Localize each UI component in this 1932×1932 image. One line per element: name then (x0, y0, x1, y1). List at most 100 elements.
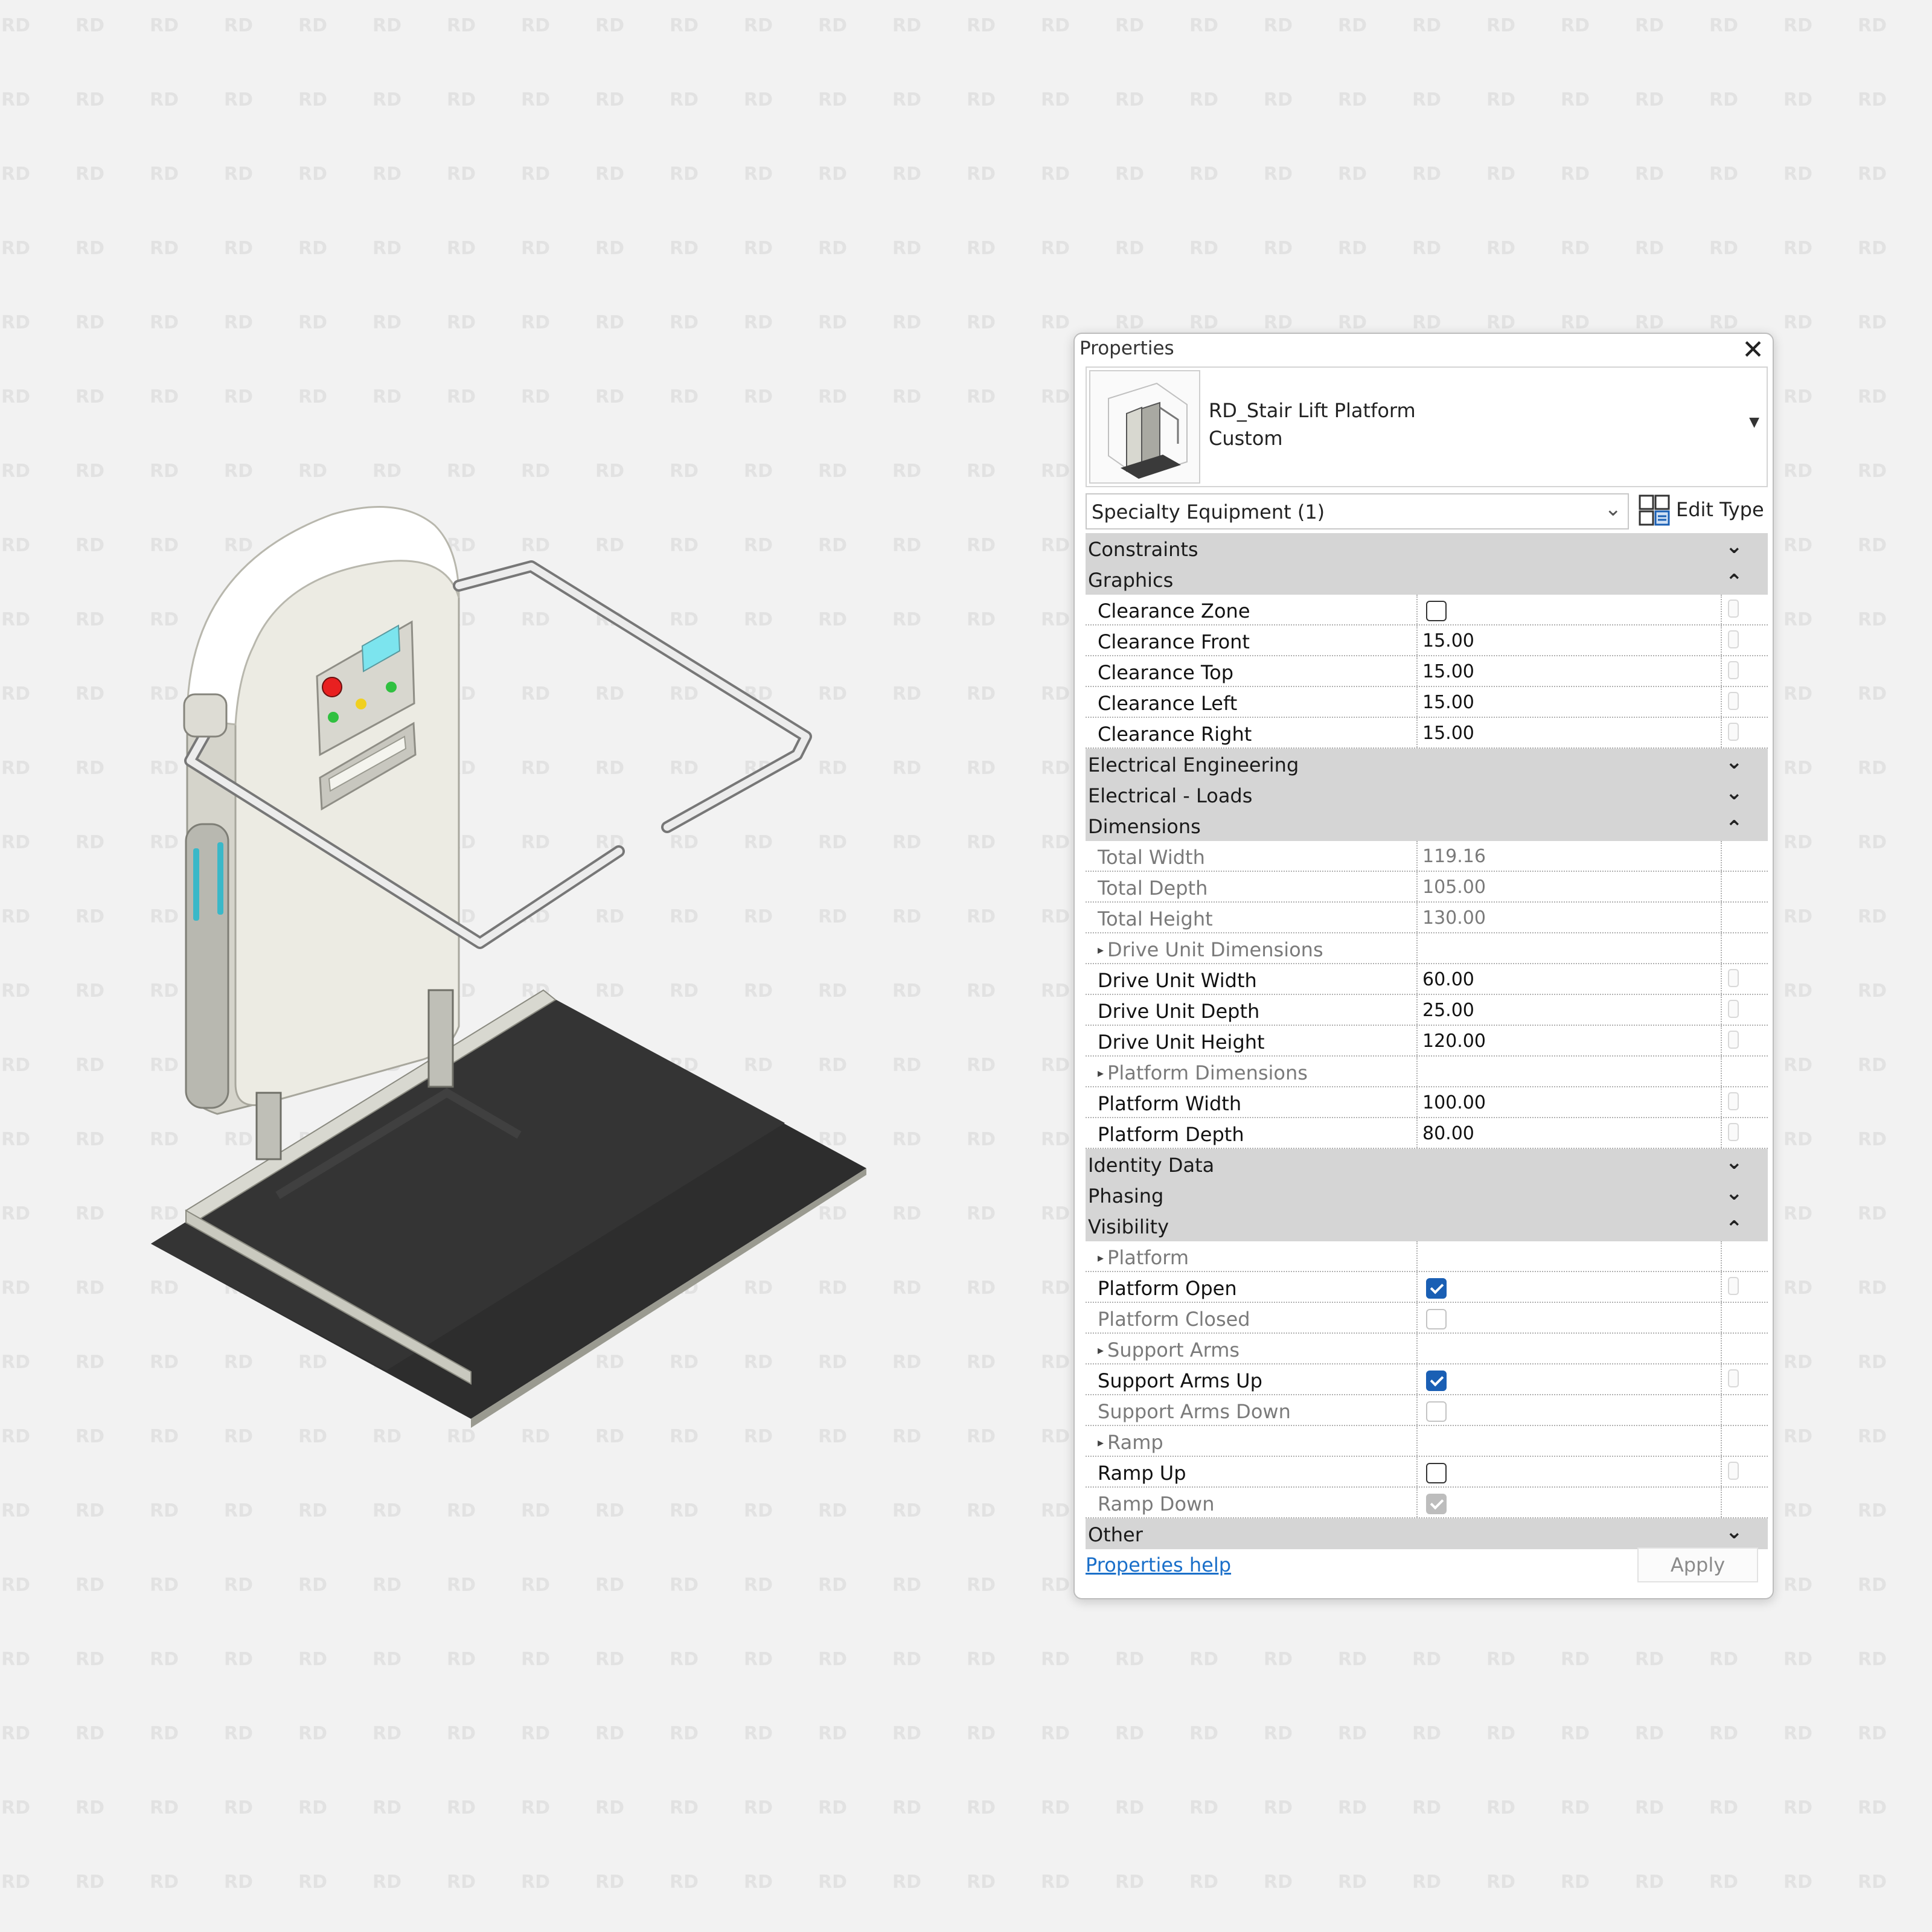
type-selector[interactable]: RD_Stair Lift Platform Custom ▼ (1086, 366, 1768, 487)
associate-parameter-button[interactable] (1728, 1031, 1739, 1049)
property-row-clearance-right[interactable]: Clearance Right 15.00 (1086, 718, 1768, 749)
watermark-text: RD (1783, 15, 1812, 36)
property-row-support-arms-up[interactable]: Support Arms Up (1086, 1364, 1768, 1395)
associate-parameter-button[interactable] (1728, 1092, 1739, 1110)
triangle-right-icon[interactable]: ▸ (1098, 942, 1104, 957)
associate-parameter-button[interactable] (1728, 1369, 1739, 1387)
property-row-ramp[interactable]: ▸ Ramp (1086, 1426, 1768, 1457)
double-chevron-up-icon[interactable]: ⌃ (1726, 816, 1743, 840)
watermark-text: RD (595, 1500, 624, 1521)
property-row-total-depth[interactable]: Total Depth 105.00 (1086, 872, 1768, 903)
section-phasing[interactable]: Phasing ⌄ (1086, 1180, 1768, 1211)
property-row-support-arms[interactable]: ▸ Support Arms (1086, 1334, 1768, 1364)
property-value-cell[interactable] (1416, 1457, 1722, 1486)
section-electrical-engineering[interactable]: Electrical Engineering ⌄ (1086, 749, 1768, 779)
triangle-right-icon[interactable]: ▸ (1098, 1250, 1104, 1265)
property-value-cell[interactable]: 15.00 (1416, 625, 1722, 655)
associate-parameter-button[interactable] (1728, 969, 1739, 987)
property-value-cell[interactable] (1416, 1272, 1722, 1302)
section-identity-data[interactable]: Identity Data ⌄ (1086, 1149, 1768, 1180)
associate-parameter-button[interactable] (1728, 630, 1739, 648)
associate-parameter-button[interactable] (1728, 661, 1739, 679)
property-value-cell[interactable]: 15.00 (1416, 718, 1722, 747)
property-row-platform-closed[interactable]: Platform Closed (1086, 1303, 1768, 1334)
section-visibility[interactable]: Visibility ⌃ (1086, 1211, 1768, 1241)
property-row-drive-unit-height[interactable]: Drive Unit Height 120.00 (1086, 1026, 1768, 1057)
property-checkbox[interactable] (1426, 601, 1447, 621)
property-value-cell[interactable] (1416, 1364, 1722, 1394)
associate-parameter-button[interactable] (1728, 723, 1739, 741)
support-arm (453, 560, 812, 833)
associate-parameter-button[interactable] (1728, 1277, 1739, 1295)
watermark-text: RD (967, 1203, 996, 1224)
watermark-text: RD (818, 1872, 847, 1893)
property-row-platform-open[interactable]: Platform Open (1086, 1272, 1768, 1303)
property-value-cell[interactable]: 25.00 (1416, 995, 1722, 1025)
watermark-text: RD (521, 164, 550, 185)
property-row-total-height[interactable]: Total Height 130.00 (1086, 903, 1768, 933)
section-graphics[interactable]: Graphics ⌃ (1086, 564, 1768, 595)
property-row-clearance-left[interactable]: Clearance Left 15.00 (1086, 687, 1768, 718)
associate-parameter-button[interactable] (1728, 692, 1739, 710)
triangle-right-icon[interactable]: ▸ (1098, 1435, 1104, 1450)
property-checkbox[interactable] (1426, 1371, 1447, 1391)
double-chevron-down-icon[interactable]: ⌄ (1726, 1181, 1743, 1205)
watermark-text: RD (595, 89, 624, 110)
watermark-text: RD (1, 1055, 30, 1076)
property-value-cell[interactable]: 15.00 (1416, 687, 1722, 717)
properties-help-link[interactable]: Properties help (1086, 1553, 1231, 1576)
property-row-ramp-down[interactable]: Ramp Down (1086, 1488, 1768, 1518)
watermark-text: RD (521, 238, 550, 259)
property-row-drive-unit-dimensions[interactable]: ▸ Drive Unit Dimensions (1086, 933, 1768, 964)
property-row-platform[interactable]: ▸ Platform (1086, 1241, 1768, 1272)
property-value-cell[interactable]: 60.00 (1416, 964, 1722, 994)
associate-parameter-button[interactable] (1728, 1000, 1739, 1018)
watermark-text: RD (150, 89, 179, 110)
instance-filter-select[interactable]: Specialty Equipment (1) ⌄ (1086, 493, 1629, 529)
property-row-support-arms-down[interactable]: Support Arms Down (1086, 1395, 1768, 1426)
property-label: Clearance Zone (1098, 600, 1250, 622)
associate-parameter-button[interactable] (1728, 600, 1739, 618)
watermark-text: RD (1858, 15, 1887, 36)
dropdown-arrow-icon[interactable]: ▼ (1749, 415, 1759, 430)
double-chevron-down-icon[interactable]: ⌄ (1726, 1520, 1743, 1544)
property-value-cell[interactable]: 120.00 (1416, 1026, 1722, 1055)
section-constraints[interactable]: Constraints ⌄ (1086, 533, 1768, 564)
property-row-platform-dimensions[interactable]: ▸ Platform Dimensions (1086, 1057, 1768, 1087)
property-value-cell[interactable]: 15.00 (1416, 656, 1722, 686)
section-dimensions[interactable]: Dimensions ⌃ (1086, 810, 1768, 841)
associate-parameter-button[interactable] (1728, 1462, 1739, 1480)
property-row-clearance-top[interactable]: Clearance Top 15.00 (1086, 656, 1768, 687)
property-row-drive-unit-width[interactable]: Drive Unit Width 60.00 (1086, 964, 1768, 995)
watermark-text: RD (1, 1203, 30, 1224)
property-value: 15.00 (1422, 661, 1474, 682)
property-row-drive-unit-depth[interactable]: Drive Unit Depth 25.00 (1086, 995, 1768, 1026)
property-row-clearance-front[interactable]: Clearance Front 15.00 (1086, 625, 1768, 656)
property-row-total-width[interactable]: Total Width 119.16 (1086, 841, 1768, 872)
triangle-right-icon[interactable]: ▸ (1098, 1343, 1104, 1357)
watermark-text: RD (373, 1797, 401, 1818)
property-checkbox[interactable] (1426, 1463, 1447, 1483)
close-icon[interactable]: ✕ (1742, 335, 1764, 365)
property-row-platform-depth[interactable]: Platform Depth 80.00 (1086, 1118, 1768, 1149)
double-chevron-down-icon[interactable]: ⌄ (1726, 534, 1743, 558)
double-chevron-down-icon[interactable]: ⌄ (1726, 750, 1743, 774)
property-value-cell[interactable] (1416, 595, 1722, 624)
apply-button[interactable]: Apply (1637, 1547, 1758, 1582)
property-value-cell[interactable]: 100.00 (1416, 1087, 1722, 1117)
property-row-platform-width[interactable]: Platform Width 100.00 (1086, 1087, 1768, 1118)
property-checkbox[interactable] (1426, 1278, 1447, 1299)
double-chevron-down-icon[interactable]: ⌄ (1726, 1150, 1743, 1174)
section-electrical-loads[interactable]: Electrical - Loads ⌄ (1086, 779, 1768, 810)
associate-parameter-button[interactable] (1728, 1123, 1739, 1141)
double-chevron-up-icon[interactable]: ⌃ (1726, 1217, 1743, 1241)
watermark-text: RD (1561, 312, 1590, 333)
section-other[interactable]: Other ⌄ (1086, 1518, 1768, 1549)
property-value-cell[interactable]: 80.00 (1416, 1118, 1722, 1148)
property-value-cell (1416, 1241, 1722, 1271)
double-chevron-down-icon[interactable]: ⌄ (1726, 781, 1743, 805)
triangle-right-icon[interactable]: ▸ (1098, 1066, 1104, 1080)
property-row-clearance-zone[interactable]: Clearance Zone (1086, 595, 1768, 625)
property-row-ramp-up[interactable]: Ramp Up (1086, 1457, 1768, 1488)
double-chevron-up-icon[interactable]: ⌃ (1726, 570, 1743, 594)
